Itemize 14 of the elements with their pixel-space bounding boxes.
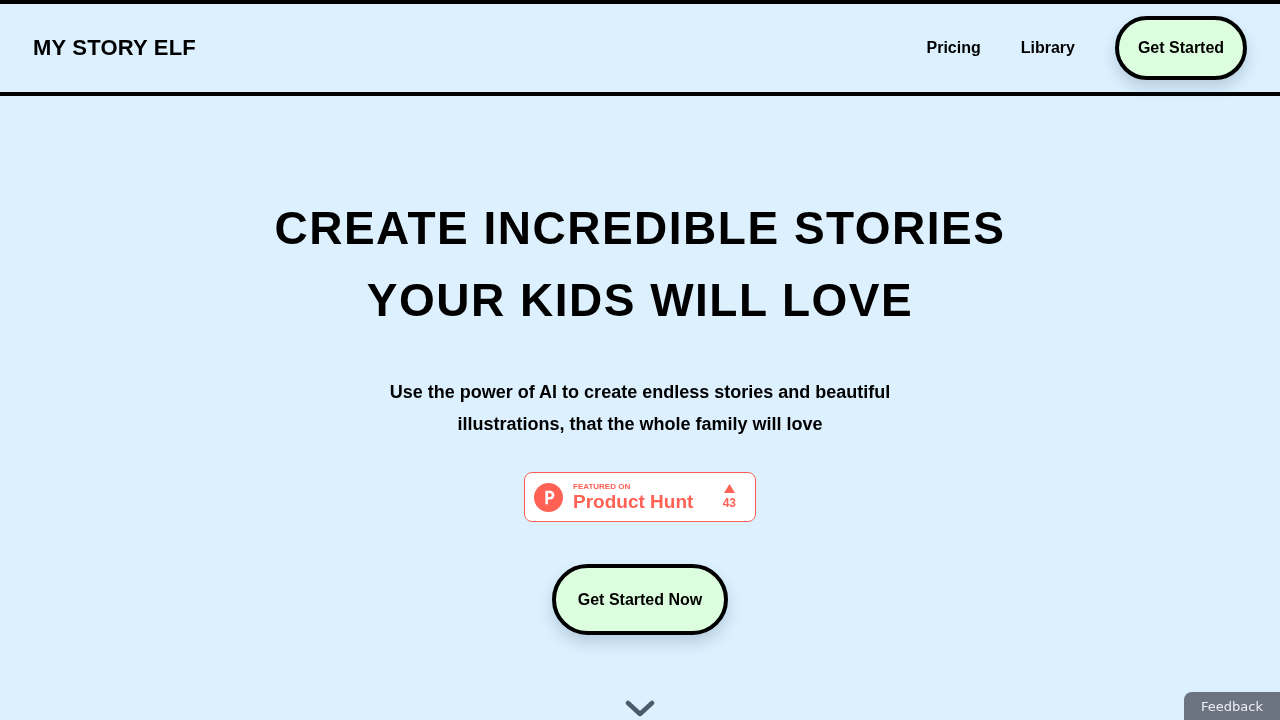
- upvote-triangle-icon: [723, 484, 735, 493]
- nav-link[interactable]: Pricing: [926, 39, 981, 57]
- feedback-tab[interactable]: Feedback: [1184, 692, 1280, 720]
- badge-name: Product Hunt: [573, 491, 694, 512]
- nav-link[interactable]: Library: [1020, 39, 1075, 57]
- badge-kicker: FEATURED ON: [573, 482, 632, 491]
- vote-count: 43: [722, 496, 736, 510]
- get-started-button[interactable]: Get Started: [1115, 16, 1247, 80]
- site-logo[interactable]: MY STORY ELF: [33, 35, 196, 61]
- hero-heading: CREATE INCREDIBLE STORIES YOUR KIDS WILL LOVE: [273, 201, 1007, 328]
- chevron-down-icon[interactable]: [625, 700, 655, 718]
- p-logo-icon: [534, 482, 563, 512]
- hero-subtitle: Use the power of AI to create endless stories and beautiful illustrations, that the whole family will love: [388, 381, 892, 436]
- get-started-now-button[interactable]: Get Started Now: [552, 564, 728, 635]
